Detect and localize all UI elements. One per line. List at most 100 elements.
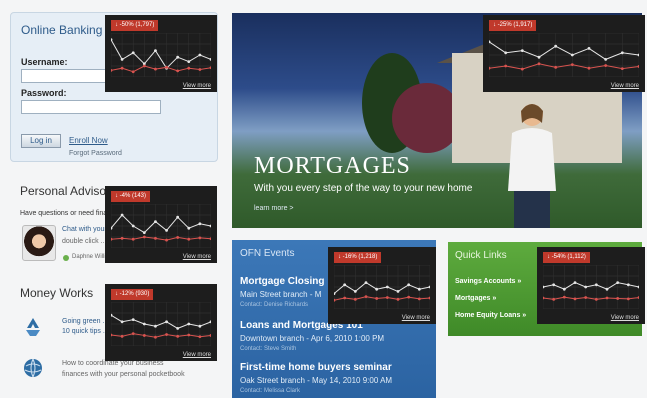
sparkline-point — [604, 58, 608, 61]
analytics-overlay-events[interactable]: ↓ -16% (1,218) View more — [328, 247, 436, 324]
advisor-double-text: double click ... — [62, 238, 107, 245]
hero-learn-more-link[interactable]: learn more > — [254, 205, 294, 212]
sparkline-point — [334, 298, 336, 302]
sparkline-point — [520, 67, 524, 71]
sparkline-point — [154, 324, 157, 328]
quick-link-mortgages[interactable]: Mortgages » — [455, 295, 496, 302]
view-more-link[interactable]: View more — [402, 315, 430, 321]
sparkline-point — [343, 296, 347, 300]
sparkline-point — [552, 297, 556, 301]
sparkline-point — [142, 64, 146, 68]
sparkline-point — [407, 283, 411, 287]
sparkline-top — [489, 41, 639, 60]
enroll-link[interactable]: Enroll Now — [69, 136, 108, 145]
sparkline-point — [543, 296, 545, 300]
sparkline-point — [209, 237, 211, 241]
view-more-link[interactable]: View more — [611, 315, 639, 321]
sparkline-point — [120, 213, 124, 217]
password-label: Password: — [21, 88, 67, 98]
sparkline-point — [120, 58, 124, 61]
money-item2-line2[interactable]: finances with your personal pocketbook — [62, 371, 185, 378]
event-details: Oak Street branch - May 14, 2010 9:00 AM — [240, 376, 393, 385]
sparkline-point — [131, 224, 135, 228]
sparkline-point — [396, 297, 400, 301]
view-more-link[interactable]: View more — [611, 83, 639, 89]
sparkline-point — [616, 281, 620, 284]
sparkline-point — [605, 296, 609, 300]
login-button[interactable]: Log in — [21, 134, 61, 148]
event-contact: Contact: Melissa Clark — [240, 388, 301, 394]
sparkline-point — [142, 231, 146, 234]
woman-figure — [508, 104, 556, 228]
event-details: Main Street branch - M — [240, 290, 322, 299]
sparkline-point — [165, 229, 168, 232]
sparkline-point — [594, 297, 598, 301]
overlay-sparkline — [334, 265, 430, 309]
sparkline-point — [537, 62, 541, 66]
view-more-link[interactable]: View more — [183, 352, 211, 358]
money-works-title: Money Works — [20, 286, 94, 300]
event-details: Downtown branch - Apr 6, 2010 1:00 PM — [240, 334, 385, 343]
overlay-sparkline — [111, 302, 211, 346]
sparkline-point — [154, 220, 157, 223]
analytics-overlay-advisor[interactable]: ↓ -4% (143) View more — [105, 186, 217, 263]
sparkline-point — [131, 51, 135, 55]
sparkline-point — [407, 295, 411, 299]
sparkline-point — [562, 295, 566, 299]
sparkline-point — [364, 295, 368, 299]
sparkline-point — [111, 69, 113, 72]
sparkline-point — [637, 65, 639, 68]
money-item1-line2[interactable]: 10 quick tips ... — [62, 328, 109, 335]
money-item2-line1[interactable]: How to coordinate your business — [62, 360, 164, 367]
sparkline-point — [131, 237, 135, 241]
sparkline-point — [198, 236, 202, 240]
sparkline-point — [573, 297, 577, 301]
sparkline-point — [605, 287, 609, 291]
sparkline-point — [165, 320, 168, 324]
quick-links-title: Quick Links — [455, 250, 507, 261]
event-title[interactable]: First-time home buyers seminar — [240, 362, 392, 373]
sparkline-point — [120, 66, 124, 70]
sparkline-bottom — [489, 63, 639, 70]
sparkline-point — [626, 297, 630, 301]
view-more-link[interactable]: View more — [183, 83, 211, 89]
sparkline-point — [111, 38, 113, 41]
sparkline-point — [504, 64, 508, 68]
analytics-overlay-quick[interactable]: ↓ -54% (1,112) View more — [537, 247, 645, 324]
online-status-icon — [63, 255, 69, 261]
event-title[interactable]: Mortgage Closing — [240, 276, 324, 287]
sparkline-point — [554, 44, 558, 48]
quick-link-savings[interactable]: Savings Accounts » — [455, 278, 521, 285]
password-field[interactable] — [21, 100, 161, 114]
sparkline-point — [198, 222, 202, 226]
sparkline-bottom — [111, 65, 211, 73]
sparkline-point — [604, 64, 608, 67]
sparkline-point — [154, 67, 157, 71]
sparkline-point — [111, 333, 113, 337]
sparkline-point — [176, 334, 180, 338]
sparkline-point — [198, 68, 202, 71]
sparkline-point — [375, 287, 379, 291]
forgot-password-link[interactable]: Forgot Password — [69, 150, 122, 157]
sparkline-point — [353, 297, 357, 301]
sparkline-point — [428, 296, 430, 300]
overlay-badge: ↓ -54% (1,112) — [543, 252, 590, 263]
page: Online Banking Username: Password: Log i… — [0, 0, 647, 398]
sparkline-point — [584, 285, 588, 289]
sparkline-point — [385, 285, 389, 289]
globe-icon — [24, 358, 42, 378]
sparkline-bottom — [334, 296, 430, 301]
quick-link-home-equity[interactable]: Home Equity Loans » — [455, 312, 526, 319]
sparkline-point — [131, 318, 135, 321]
analytics-overlay-login[interactable]: ↓ -50% (1,797) View more — [105, 15, 217, 92]
sparkline-point — [187, 66, 191, 70]
sparkline-point — [176, 327, 180, 330]
sparkline-point — [154, 335, 157, 339]
sparkline-point — [142, 334, 146, 337]
sparkline-point — [187, 322, 191, 326]
analytics-overlay-money[interactable]: ↓ -12% (930) View more — [105, 284, 217, 361]
events-title: OFN Events — [240, 248, 295, 259]
sparkline-point — [626, 283, 630, 287]
view-more-link[interactable]: View more — [183, 254, 211, 260]
analytics-overlay-hero[interactable]: ↓ -25% (1,917) View more — [483, 15, 645, 92]
